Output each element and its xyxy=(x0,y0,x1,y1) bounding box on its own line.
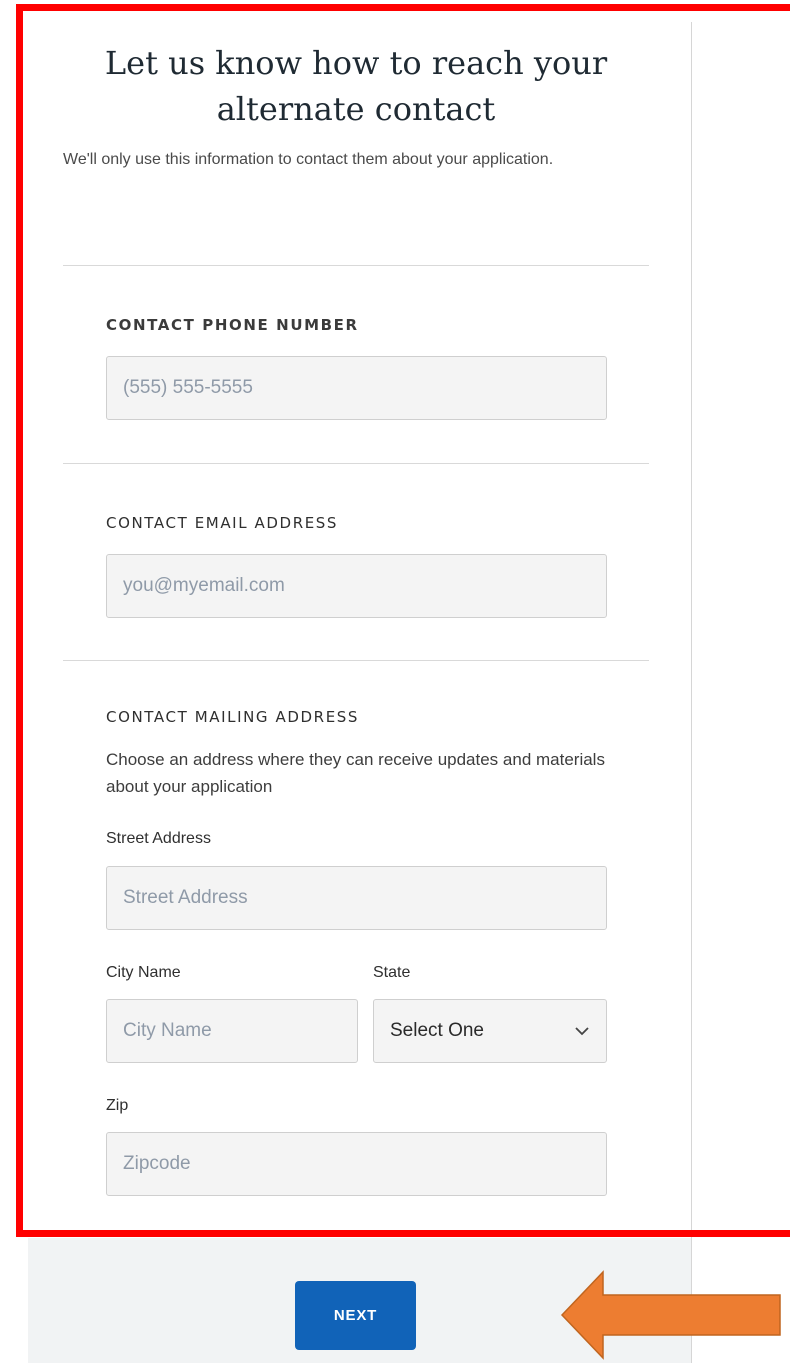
street-label: Street Address xyxy=(106,830,211,847)
panel-border xyxy=(691,22,692,1363)
email-section-label: CONTACT EMAIL ADDRESS xyxy=(106,514,339,532)
mailing-helper-text: Choose an address where they can receive… xyxy=(106,750,605,796)
city-name-input[interactable] xyxy=(106,999,358,1063)
state-select[interactable]: Select One xyxy=(373,999,607,1063)
chevron-down-icon xyxy=(575,1027,589,1036)
state-label: State xyxy=(373,964,411,981)
zip-label: Zip xyxy=(106,1097,129,1114)
state-selected-value: Select One xyxy=(390,1020,484,1041)
divider xyxy=(63,660,649,661)
city-label: City Name xyxy=(106,964,181,981)
page-title: Let us know how to reach your alternate … xyxy=(104,44,608,128)
divider xyxy=(63,463,649,464)
phone-section-label: CONTACT PHONE NUMBER xyxy=(106,316,359,334)
divider xyxy=(63,265,649,266)
zipcode-input[interactable] xyxy=(106,1132,607,1196)
street-address-input[interactable] xyxy=(106,866,607,930)
page-subtitle: We'll only use this information to conta… xyxy=(63,151,554,168)
mailing-section-label: CONTACT MAILING ADDRESS xyxy=(106,708,360,726)
left-arrow-icon xyxy=(560,1270,781,1360)
phone-input[interactable] xyxy=(106,356,607,420)
email-input[interactable] xyxy=(106,554,607,618)
next-button[interactable]: NEXT xyxy=(295,1281,416,1350)
